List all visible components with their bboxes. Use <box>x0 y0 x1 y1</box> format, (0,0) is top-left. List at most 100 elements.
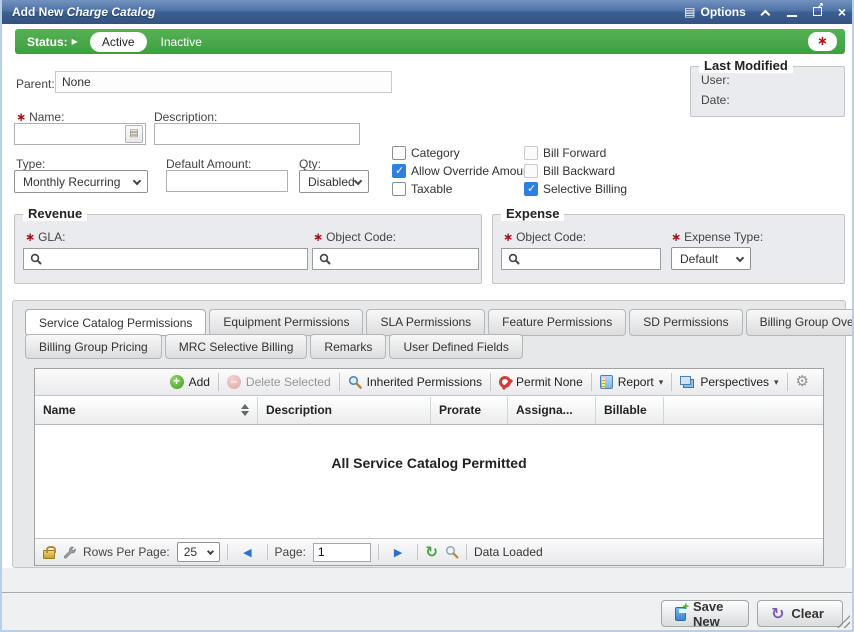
next-page-icon[interactable]: ▶ <box>386 546 410 559</box>
parent-label: Parent: <box>16 77 55 91</box>
last-modified-date-label: Date: <box>701 93 730 107</box>
gla-search-input[interactable] <box>23 248 308 270</box>
required-icon: ∗ <box>313 230 323 244</box>
report-icon <box>600 375 613 389</box>
gear-icon: ⚙ <box>796 375 809 389</box>
default-amount-input[interactable] <box>166 170 288 192</box>
revenue-object-code-search-input[interactable] <box>312 248 479 270</box>
wrench-icon[interactable] <box>62 545 76 559</box>
footer-divider <box>2 592 852 593</box>
checkbox-category[interactable]: Category <box>392 146 460 160</box>
status-bar: Status: ▶ Active Inactive ∗ <box>15 29 845 54</box>
inherited-permissions-button[interactable]: Inherited Permissions <box>340 375 490 389</box>
text-options-icon[interactable]: ▤ <box>125 125 143 143</box>
column-header-assignable[interactable]: Assigna... <box>508 397 596 424</box>
expense-object-code-search-input[interactable] <box>501 248 661 270</box>
delete-selected-button: – Delete Selected <box>219 375 339 389</box>
search-grid-icon[interactable] <box>445 545 459 559</box>
footer-separator <box>466 544 467 560</box>
permit-none-button[interactable]: Permit None <box>491 375 591 389</box>
description-input[interactable] <box>154 123 360 145</box>
service-catalog-grid: + Add – Delete Selected Inherited Permis… <box>34 368 824 566</box>
chevron-down-icon <box>354 177 362 185</box>
perspectives-menu-button[interactable]: Perspectives ▾ <box>672 375 786 389</box>
add-new-charge-catalog-window: Add New Charge Catalog ▤ Options × Statu… <box>0 0 854 632</box>
checkbox-taxable[interactable]: Taxable <box>392 182 452 196</box>
collapse-icon[interactable] <box>764 5 771 19</box>
perspectives-icon <box>680 376 691 385</box>
footer-separator <box>417 544 418 560</box>
close-icon[interactable]: × <box>838 7 846 17</box>
save-new-button[interactable]: Save New <box>661 600 749 627</box>
column-header-prorate[interactable]: Prorate <box>431 397 508 424</box>
report-menu-button[interactable]: Report ▾ <box>592 375 672 389</box>
last-modified-panel: Last Modified User: Date: <box>690 66 845 117</box>
footer-separator <box>267 544 268 560</box>
column-header-description[interactable]: Description <box>258 397 431 424</box>
tab-mrc-selective-billing[interactable]: MRC Selective Billing <box>165 334 308 359</box>
search-icon <box>30 253 42 265</box>
checkbox-selective-billing[interactable]: Selective Billing <box>524 182 627 196</box>
tab-sd-permissions[interactable]: SD Permissions <box>629 309 742 336</box>
add-button[interactable]: + Add <box>162 375 218 389</box>
checkbox-checked-icon[interactable] <box>524 182 538 196</box>
status-arrow-icon: ▶ <box>72 37 78 46</box>
tab-user-defined-fields[interactable]: User Defined Fields <box>389 334 522 359</box>
parent-field[interactable] <box>55 71 392 93</box>
previous-page-icon[interactable]: ◀ <box>235 546 259 559</box>
chevron-down-icon <box>207 548 214 555</box>
revenue-legend: Revenue <box>23 206 87 221</box>
minimize-icon[interactable] <box>787 5 797 19</box>
qty-select[interactable]: Disabled <box>299 170 369 193</box>
status-inactive-button[interactable]: Inactive <box>161 35 202 49</box>
window-title: Add New Charge Catalog <box>12 5 155 19</box>
last-modified-user-label: User: <box>701 73 730 87</box>
tab-equipment-permissions[interactable]: Equipment Permissions <box>209 309 363 336</box>
clear-button[interactable]: ↻ Clear <box>757 600 843 627</box>
magnifier-icon <box>348 375 362 389</box>
qty-label: Qty: <box>299 157 321 171</box>
expense-legend: Expense <box>501 206 564 221</box>
expense-type-label: ∗Expense Type: <box>671 230 763 244</box>
refresh-icon[interactable]: ↻ <box>425 543 438 561</box>
caret-down-icon: ▾ <box>774 377 779 388</box>
tab-billing-group-overrides[interactable]: Billing Group Overrides <box>746 309 854 336</box>
tab-service-catalog-permissions[interactable]: Service Catalog Permissions <box>25 309 206 336</box>
type-label: Type: <box>16 157 45 171</box>
status-active-button[interactable]: Active <box>90 32 147 52</box>
tab-billing-group-pricing[interactable]: Billing Group Pricing <box>25 334 162 359</box>
grid-footer: Rows Per Page: 25 ◀ Page: ▶ ↻ Data Loade… <box>35 538 823 565</box>
checkbox-box[interactable] <box>392 146 406 160</box>
footer-separator <box>378 544 379 560</box>
expense-panel: Expense ∗Object Code: ∗Expense Type: Def… <box>492 214 845 284</box>
grid-status-text: Data Loaded <box>474 545 543 559</box>
checkbox-box[interactable] <box>392 182 406 196</box>
lock-icon[interactable] <box>43 550 55 559</box>
tab-feature-permissions[interactable]: Feature Permissions <box>488 309 626 336</box>
clear-refresh-icon: ↻ <box>771 604 784 624</box>
page-input[interactable] <box>313 543 371 562</box>
grid-empty-message: All Service Catalog Permitted <box>35 455 823 471</box>
required-icon: ∗ <box>503 230 513 244</box>
gla-label: ∗GLA: <box>25 230 65 244</box>
options-menu[interactable]: ▤ Options <box>684 5 746 19</box>
grid-body: All Service Catalog Permitted <box>35 425 823 540</box>
column-header-name[interactable]: Name <box>35 397 258 424</box>
description-label: Description: <box>154 110 217 124</box>
checkbox-allow-override-amount[interactable]: Allow Override Amount <box>392 164 533 178</box>
checkbox-checked-icon[interactable] <box>392 164 406 178</box>
expense-type-select[interactable]: Default <box>671 247 751 270</box>
required-fields-badge[interactable]: ∗ <box>808 32 837 51</box>
permit-none-icon <box>499 376 511 388</box>
sort-icon[interactable] <box>241 404 249 416</box>
rows-per-page-select[interactable]: 25 <box>177 542 220 562</box>
grid-settings-button[interactable]: ⚙ <box>788 375 817 389</box>
type-select[interactable]: Monthly Recurring <box>14 170 148 193</box>
tab-remarks[interactable]: Remarks <box>310 334 386 359</box>
tab-sla-permissions[interactable]: SLA Permissions <box>366 309 485 336</box>
default-amount-label: Default Amount: <box>166 157 251 171</box>
checkbox-box <box>524 146 538 160</box>
last-modified-legend: Last Modified <box>699 58 793 73</box>
column-header-billable[interactable]: Billable <box>596 397 664 424</box>
popout-icon[interactable] <box>813 5 822 19</box>
